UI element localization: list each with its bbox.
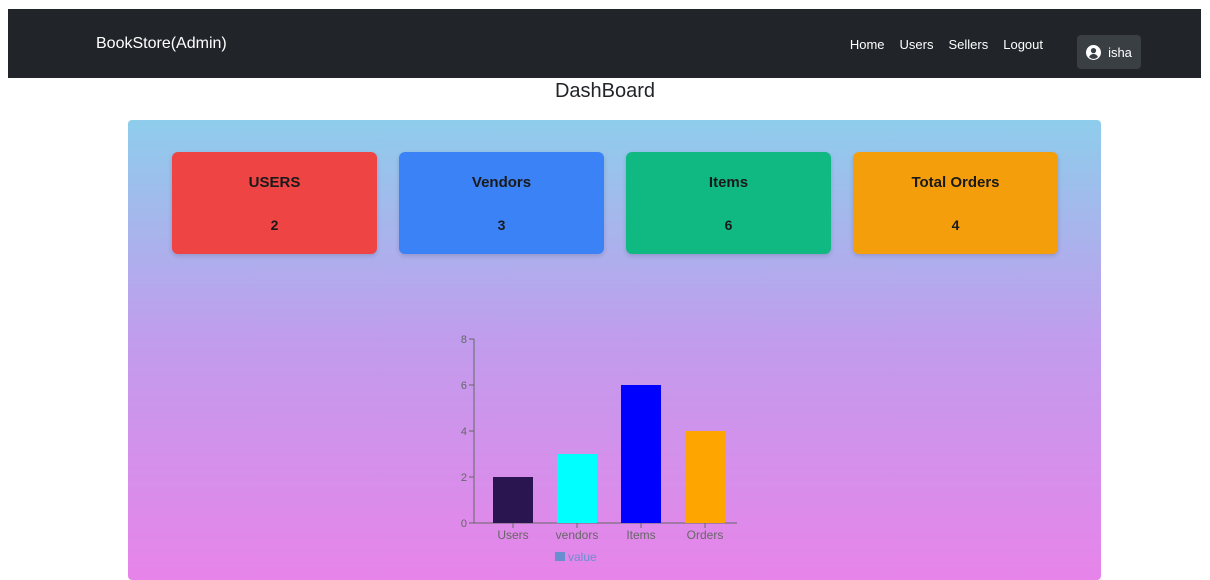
nav-home-link[interactable]: Home: [850, 37, 885, 53]
legend-label: value: [568, 550, 597, 564]
bar-orders: [685, 431, 725, 523]
nav-links: Home Users Sellers Logout: [850, 37, 1043, 53]
legend-swatch: [555, 552, 565, 561]
page-title: DashBoard: [554, 80, 656, 102]
x-tick-label: Orders: [687, 528, 724, 542]
bar-vendors: [557, 454, 597, 523]
y-tick-label: 0: [461, 518, 467, 530]
brand-link[interactable]: BookStore(Admin): [96, 35, 227, 53]
bar-items: [621, 385, 661, 523]
bar-chart: 0 2 4 6 8 Users vendors Items Orders value: [461, 334, 737, 564]
navbar: BookStore(Admin) Home Users Sellers Logo…: [8, 9, 1201, 78]
x-tick-label: Users: [497, 528, 528, 542]
nav-users-link[interactable]: Users: [900, 37, 934, 53]
y-tick-label: 4: [461, 426, 467, 438]
nav-sellers-link[interactable]: Sellers: [948, 37, 988, 53]
user-circle-icon: [1086, 44, 1102, 60]
user-name: isha: [1108, 44, 1132, 60]
user-menu-button[interactable]: isha: [1077, 35, 1141, 69]
x-tick-label: vendors: [556, 528, 599, 542]
y-tick-label: 2: [461, 472, 467, 484]
y-tick-label: 8: [461, 334, 467, 346]
nav-logout-link[interactable]: Logout: [1003, 37, 1043, 53]
bar-users: [493, 477, 533, 523]
y-tick-label: 6: [461, 380, 467, 392]
x-tick-label: Items: [626, 528, 655, 542]
dashboard-panel: USERS 2 Vendors 3 Items 6 Total Orders 4…: [128, 120, 1101, 580]
